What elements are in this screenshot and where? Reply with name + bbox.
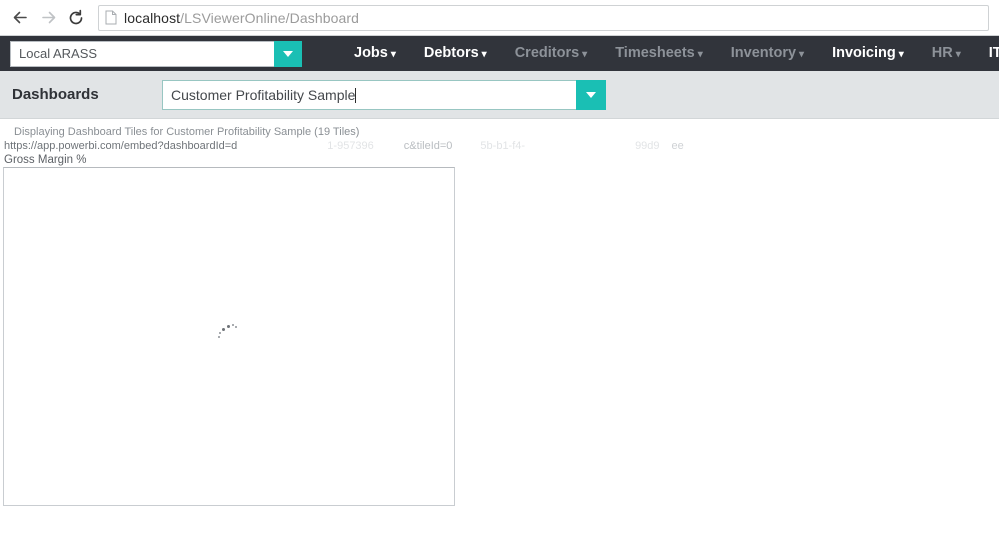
text-cursor [355,87,357,103]
chevron-down-icon [283,50,293,57]
address-bar-text: localhost/LSViewerOnline/Dashboard [124,10,359,26]
embed-url-text: https://app.powerbi.com/embed?dashboardI… [0,138,999,153]
organisation-dropdown-button[interactable] [274,40,302,67]
embed-url-fragment-4: 99d9 [635,140,660,152]
embed-url-fragment-5: ee [671,140,684,152]
url-path: /LSViewerOnline/Dashboard [180,9,360,26]
browser-toolbar: localhost/LSViewerOnline/Dashboard [0,0,999,36]
embed-url-fragment-1: 1-957396 [327,140,374,152]
dashboard-tile[interactable] [3,167,455,506]
menu-item-creditors-label: Creditors [514,44,580,61]
menu-item-jobs[interactable]: Jobs ▾ [340,36,410,72]
reload-icon [67,9,85,27]
menu-item-inventory-label: Inventory [730,44,797,61]
dashboard-input[interactable]: Customer Profitability Sample [162,79,576,110]
chevron-down-icon [586,91,596,98]
menu-item-creditors[interactable]: Creditors ▾ [501,36,602,72]
organisation-selector[interactable]: Local ARASS [10,40,302,67]
page-document-icon [105,10,117,25]
organisation-input[interactable]: Local ARASS [10,40,274,67]
app-navbar: Local ARASS Jobs ▾ Debtors ▾ Creditors ▾ Ti… [0,36,999,71]
menu-item-it[interactable]: IT▾ [975,36,999,72]
tiles-status-text: Displaying Dashboard Tiles for Customer … [14,126,360,138]
chevron-down-icon: ▾ [898,48,904,60]
tile-title: Gross Margin % [4,154,87,166]
chevron-down-icon: ▾ [955,48,961,60]
reload-button[interactable] [62,4,90,32]
chevron-down-icon: ▾ [697,48,703,60]
chevron-down-icon: ▾ [390,48,396,60]
main-menu: Jobs ▾ Debtors ▾ Creditors ▾ Timesheets ▾ In… [340,36,999,71]
embed-url-fragment-2: c&tileId=0 [403,140,453,152]
menu-item-debtors-label: Debtors [423,44,479,61]
loading-spinner-icon [218,323,238,343]
chevron-down-icon: ▾ [582,48,588,60]
chevron-down-icon: ▾ [799,48,805,60]
back-button[interactable] [6,4,34,32]
forward-button[interactable] [34,4,62,32]
embed-url-visible: https://app.powerbi.com/embed?dashboardI… [4,140,238,152]
menu-item-debtors[interactable]: Debtors ▾ [410,36,501,72]
menu-item-it-label: IT [988,44,999,61]
forward-arrow-icon [40,9,57,26]
dashboard-content: Displaying Dashboard Tiles for Customer … [0,119,999,541]
menu-item-jobs-label: Jobs [354,44,388,61]
back-arrow-icon [12,9,29,26]
embed-url-fragment-3: 5b-b1-f4- [480,140,526,152]
dashboards-label: Dashboards [12,86,99,103]
chevron-down-icon: ▾ [481,48,487,60]
dashboards-toolbar: Dashboards Customer Profitability Sample [0,71,999,119]
url-host: localhost [124,9,181,26]
dashboard-dropdown-button[interactable] [576,79,606,110]
menu-item-hr-label: HR [931,44,953,61]
menu-item-invoicing[interactable]: Invoicing ▾ [818,36,918,72]
menu-item-timesheets[interactable]: Timesheets ▾ [601,36,717,72]
dashboard-input-value: Customer Profitability Sample [171,86,356,103]
menu-item-inventory[interactable]: Inventory ▾ [717,36,818,72]
dashboard-selector[interactable]: Customer Profitability Sample [162,79,606,110]
menu-item-hr[interactable]: HR ▾ [918,36,975,72]
menu-item-invoicing-label: Invoicing [832,44,896,61]
address-bar[interactable]: localhost/LSViewerOnline/Dashboard [98,4,989,31]
menu-item-timesheets-label: Timesheets [615,44,695,61]
